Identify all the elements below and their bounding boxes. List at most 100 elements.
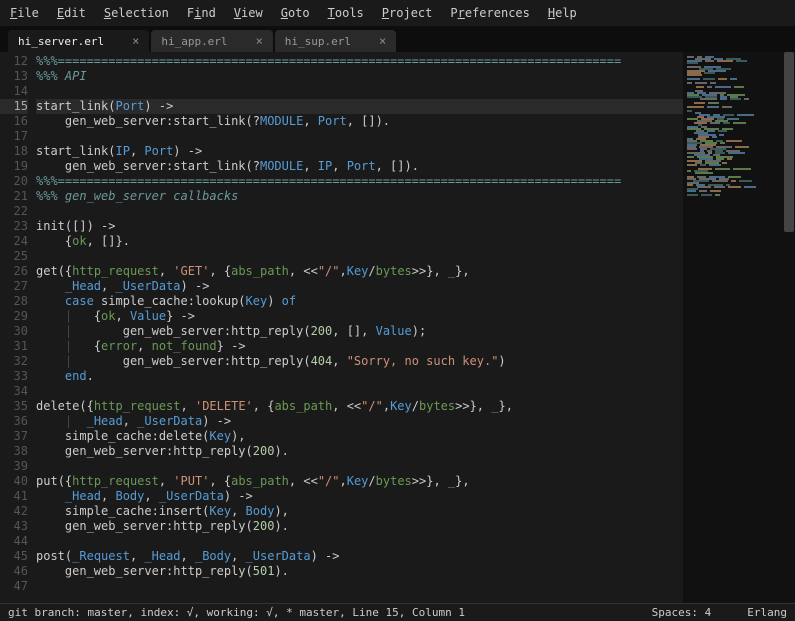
menu-edit[interactable]: Edit: [57, 6, 86, 20]
line-number[interactable]: 39: [0, 459, 28, 474]
code-line[interactable]: [36, 579, 683, 594]
code-line[interactable]: [36, 459, 683, 474]
code-line[interactable]: %%%=====================================…: [36, 54, 683, 69]
code-content[interactable]: %%%=====================================…: [36, 52, 683, 603]
tab-hi_server-erl[interactable]: hi_server.erl×: [8, 30, 149, 52]
code-line[interactable]: delete({http_request, 'DELETE', {abs_pat…: [36, 399, 683, 414]
line-number[interactable]: 19: [0, 159, 28, 174]
line-number[interactable]: 40: [0, 474, 28, 489]
line-number[interactable]: 41: [0, 489, 28, 504]
code-line[interactable]: simple_cache:insert(Key, Body),: [36, 504, 683, 519]
code-line[interactable]: [36, 84, 683, 99]
code-line[interactable]: %%% gen_web_server callbacks: [36, 189, 683, 204]
line-number[interactable]: 28: [0, 294, 28, 309]
line-number[interactable]: 35: [0, 399, 28, 414]
line-number[interactable]: 37: [0, 429, 28, 444]
line-number[interactable]: 30: [0, 324, 28, 339]
code-line[interactable]: [36, 534, 683, 549]
line-number[interactable]: 20: [0, 174, 28, 189]
menu-view[interactable]: View: [234, 6, 263, 20]
scroll-thumb[interactable]: [784, 52, 794, 232]
menu-bar: File Edit Selection Find View Goto Tools Projec…: [0, 0, 795, 26]
code-line[interactable]: %%% API: [36, 69, 683, 84]
line-number[interactable]: 32: [0, 354, 28, 369]
line-number[interactable]: 27: [0, 279, 28, 294]
code-line[interactable]: gen_web_server:start_link(?MODULE, Port,…: [36, 114, 683, 129]
close-icon[interactable]: ×: [256, 34, 263, 48]
code-line[interactable]: _Head, Body, _UserData) ->: [36, 489, 683, 504]
line-number[interactable]: 22: [0, 204, 28, 219]
line-number[interactable]: 12: [0, 54, 28, 69]
line-number[interactable]: 47: [0, 579, 28, 594]
line-number[interactable]: 16: [0, 114, 28, 129]
code-line[interactable]: gen_web_server:http_reply(200).: [36, 444, 683, 459]
code-line[interactable]: [36, 204, 683, 219]
code-line[interactable]: init([]) ->: [36, 219, 683, 234]
line-number[interactable]: 15: [0, 99, 28, 114]
close-icon[interactable]: ×: [132, 34, 139, 48]
status-left[interactable]: git branch: master, index: √, working: √…: [8, 606, 465, 619]
code-line[interactable]: | {ok, Value} ->: [36, 309, 683, 324]
line-gutter: 1213141516171819202122232425262728293031…: [0, 52, 36, 603]
code-line[interactable]: _Head, _UserData) ->: [36, 279, 683, 294]
line-number[interactable]: 29: [0, 309, 28, 324]
line-number[interactable]: 36: [0, 414, 28, 429]
menu-tools[interactable]: Tools: [328, 6, 364, 20]
tab-label: hi_app.erl: [161, 35, 227, 48]
status-language[interactable]: Erlang: [747, 606, 787, 619]
code-line[interactable]: put({http_request, 'PUT', {abs_path, <<"…: [36, 474, 683, 489]
line-number[interactable]: 23: [0, 219, 28, 234]
line-number[interactable]: 18: [0, 144, 28, 159]
code-line[interactable]: | gen_web_server:http_reply(200, [], Val…: [36, 324, 683, 339]
code-line[interactable]: [36, 384, 683, 399]
code-line[interactable]: | _Head, _UserData) ->: [36, 414, 683, 429]
tab-hi_sup-erl[interactable]: hi_sup.erl ×: [275, 30, 396, 52]
code-line[interactable]: get({http_request, 'GET', {abs_path, <<"…: [36, 264, 683, 279]
line-number[interactable]: 26: [0, 264, 28, 279]
code-line[interactable]: | gen_web_server:http_reply(404, "Sorry,…: [36, 354, 683, 369]
code-line[interactable]: gen_web_server:http_reply(501).: [36, 564, 683, 579]
code-line[interactable]: [36, 249, 683, 264]
code-line[interactable]: gen_web_server:http_reply(200).: [36, 519, 683, 534]
minimap[interactable]: [683, 52, 783, 603]
line-number[interactable]: 24: [0, 234, 28, 249]
menu-preferences[interactable]: Preferences: [450, 6, 530, 20]
code-line[interactable]: start_link(Port) ->: [36, 99, 683, 114]
vertical-scrollbar[interactable]: [783, 52, 795, 603]
menu-file[interactable]: File: [10, 6, 39, 20]
line-number[interactable]: 31: [0, 339, 28, 354]
line-number[interactable]: 45: [0, 549, 28, 564]
line-number[interactable]: 42: [0, 504, 28, 519]
code-line[interactable]: %%%=====================================…: [36, 174, 683, 189]
line-number[interactable]: 38: [0, 444, 28, 459]
tab-bar: hi_server.erl× hi_app.erl × hi_sup.erl ×: [0, 26, 795, 52]
code-line[interactable]: post(_Request, _Head, _Body, _UserData) …: [36, 549, 683, 564]
menu-goto[interactable]: Goto: [281, 6, 310, 20]
code-line[interactable]: {ok, []}.: [36, 234, 683, 249]
code-line[interactable]: case simple_cache:lookup(Key) of: [36, 294, 683, 309]
code-line[interactable]: | {error, not_found} ->: [36, 339, 683, 354]
line-number[interactable]: 46: [0, 564, 28, 579]
code-line[interactable]: simple_cache:delete(Key),: [36, 429, 683, 444]
code-line[interactable]: [36, 129, 683, 144]
status-indent[interactable]: Spaces: 4: [652, 606, 712, 619]
menu-find[interactable]: Find: [187, 6, 216, 20]
line-number[interactable]: 17: [0, 129, 28, 144]
code-line[interactable]: start_link(IP, Port) ->: [36, 144, 683, 159]
line-number[interactable]: 43: [0, 519, 28, 534]
code-line[interactable]: gen_web_server:start_link(?MODULE, IP, P…: [36, 159, 683, 174]
close-icon[interactable]: ×: [379, 34, 386, 48]
menu-help[interactable]: Help: [548, 6, 577, 20]
line-number[interactable]: 33: [0, 369, 28, 384]
line-number[interactable]: 14: [0, 84, 28, 99]
menu-project[interactable]: Project: [382, 6, 433, 20]
line-number[interactable]: 13: [0, 69, 28, 84]
line-number[interactable]: 44: [0, 534, 28, 549]
tab-label: hi_sup.erl: [285, 35, 351, 48]
line-number[interactable]: 34: [0, 384, 28, 399]
menu-selection[interactable]: Selection: [104, 6, 169, 20]
tab-hi_app-erl[interactable]: hi_app.erl ×: [151, 30, 272, 52]
line-number[interactable]: 21: [0, 189, 28, 204]
line-number[interactable]: 25: [0, 249, 28, 264]
code-line[interactable]: end.: [36, 369, 683, 384]
